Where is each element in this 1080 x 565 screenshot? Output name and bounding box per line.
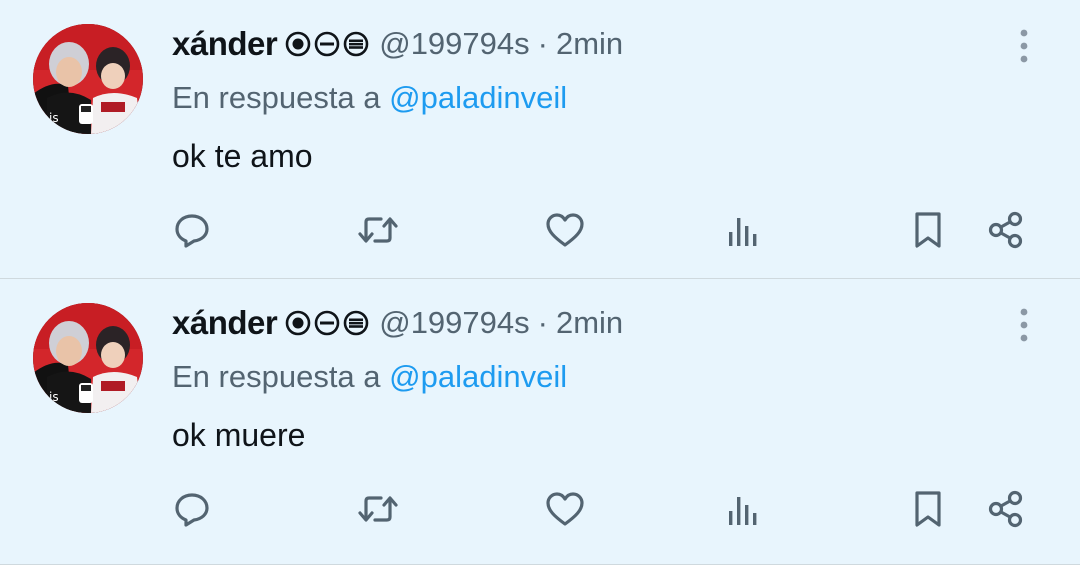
- tweet-text: ok te amo: [172, 138, 313, 174]
- retweet-icon: [358, 217, 398, 243]
- bookmark-button[interactable]: [906, 208, 950, 252]
- more-options-icon[interactable]: [1014, 28, 1034, 64]
- display-name[interactable]: xánder: [172, 25, 278, 63]
- views-icon: [729, 218, 757, 246]
- reply-icon: [175, 214, 209, 248]
- tweet[interactable]: is xánder @199794s · 2min En respuesta a…: [0, 279, 1080, 565]
- views-button[interactable]: [720, 208, 764, 252]
- reply-context: En respuesta a @paladinveil: [172, 359, 567, 395]
- timestamp[interactable]: 2min: [556, 26, 623, 62]
- like-icon: [546, 492, 584, 526]
- share-icon: [988, 211, 1023, 249]
- retweet-button[interactable]: [356, 487, 400, 531]
- tweet[interactable]: is xánder @199794s · 2min En respuesta a…: [0, 0, 1080, 279]
- reply-context: En respuesta a @paladinveil: [172, 80, 567, 116]
- avatar[interactable]: is: [33, 24, 143, 134]
- bookmark-icon: [915, 212, 941, 248]
- reply-mention-link[interactable]: @paladinveil: [389, 80, 567, 115]
- like-icon: [546, 213, 584, 247]
- tweet-text: ok muere: [172, 417, 306, 453]
- reply-button[interactable]: [170, 487, 214, 531]
- separator-dot: ·: [537, 26, 548, 61]
- reply-button[interactable]: [170, 208, 214, 252]
- minus-circle-icon: [314, 31, 340, 57]
- reply-prefix: En respuesta a: [172, 80, 381, 115]
- reply-mention-link[interactable]: @paladinveil: [389, 359, 567, 394]
- like-button[interactable]: [543, 208, 587, 252]
- tweet-header: xánder @199794s · 2min: [172, 22, 623, 66]
- minus-circle-icon: [314, 310, 340, 336]
- retweet-button[interactable]: [356, 208, 400, 252]
- share-icon: [988, 490, 1023, 528]
- separator-dot: ·: [537, 305, 548, 340]
- tweet-header: xánder @199794s · 2min: [172, 301, 623, 345]
- svg-text:is: is: [49, 390, 59, 404]
- equals-circle-icon: [343, 310, 369, 336]
- reply-icon: [175, 493, 209, 527]
- reply-prefix: En respuesta a: [172, 359, 381, 394]
- bookmark-button[interactable]: [906, 487, 950, 531]
- like-button[interactable]: [543, 487, 587, 531]
- views-icon: [729, 497, 757, 525]
- share-button[interactable]: [984, 487, 1028, 531]
- more-options-icon[interactable]: [1014, 307, 1034, 343]
- share-button[interactable]: [984, 208, 1028, 252]
- retweet-icon: [358, 496, 398, 522]
- display-name[interactable]: xánder: [172, 304, 278, 342]
- timestamp[interactable]: 2min: [556, 305, 623, 341]
- record-button-icon: [285, 310, 311, 336]
- name-emoji-group: [285, 31, 369, 57]
- user-handle[interactable]: @199794s: [379, 26, 529, 62]
- bookmark-icon: [915, 491, 941, 527]
- views-button[interactable]: [720, 487, 764, 531]
- equals-circle-icon: [343, 31, 369, 57]
- svg-text:is: is: [49, 111, 59, 125]
- record-button-icon: [285, 31, 311, 57]
- avatar[interactable]: is: [33, 303, 143, 413]
- user-handle[interactable]: @199794s: [379, 305, 529, 341]
- name-emoji-group: [285, 310, 369, 336]
